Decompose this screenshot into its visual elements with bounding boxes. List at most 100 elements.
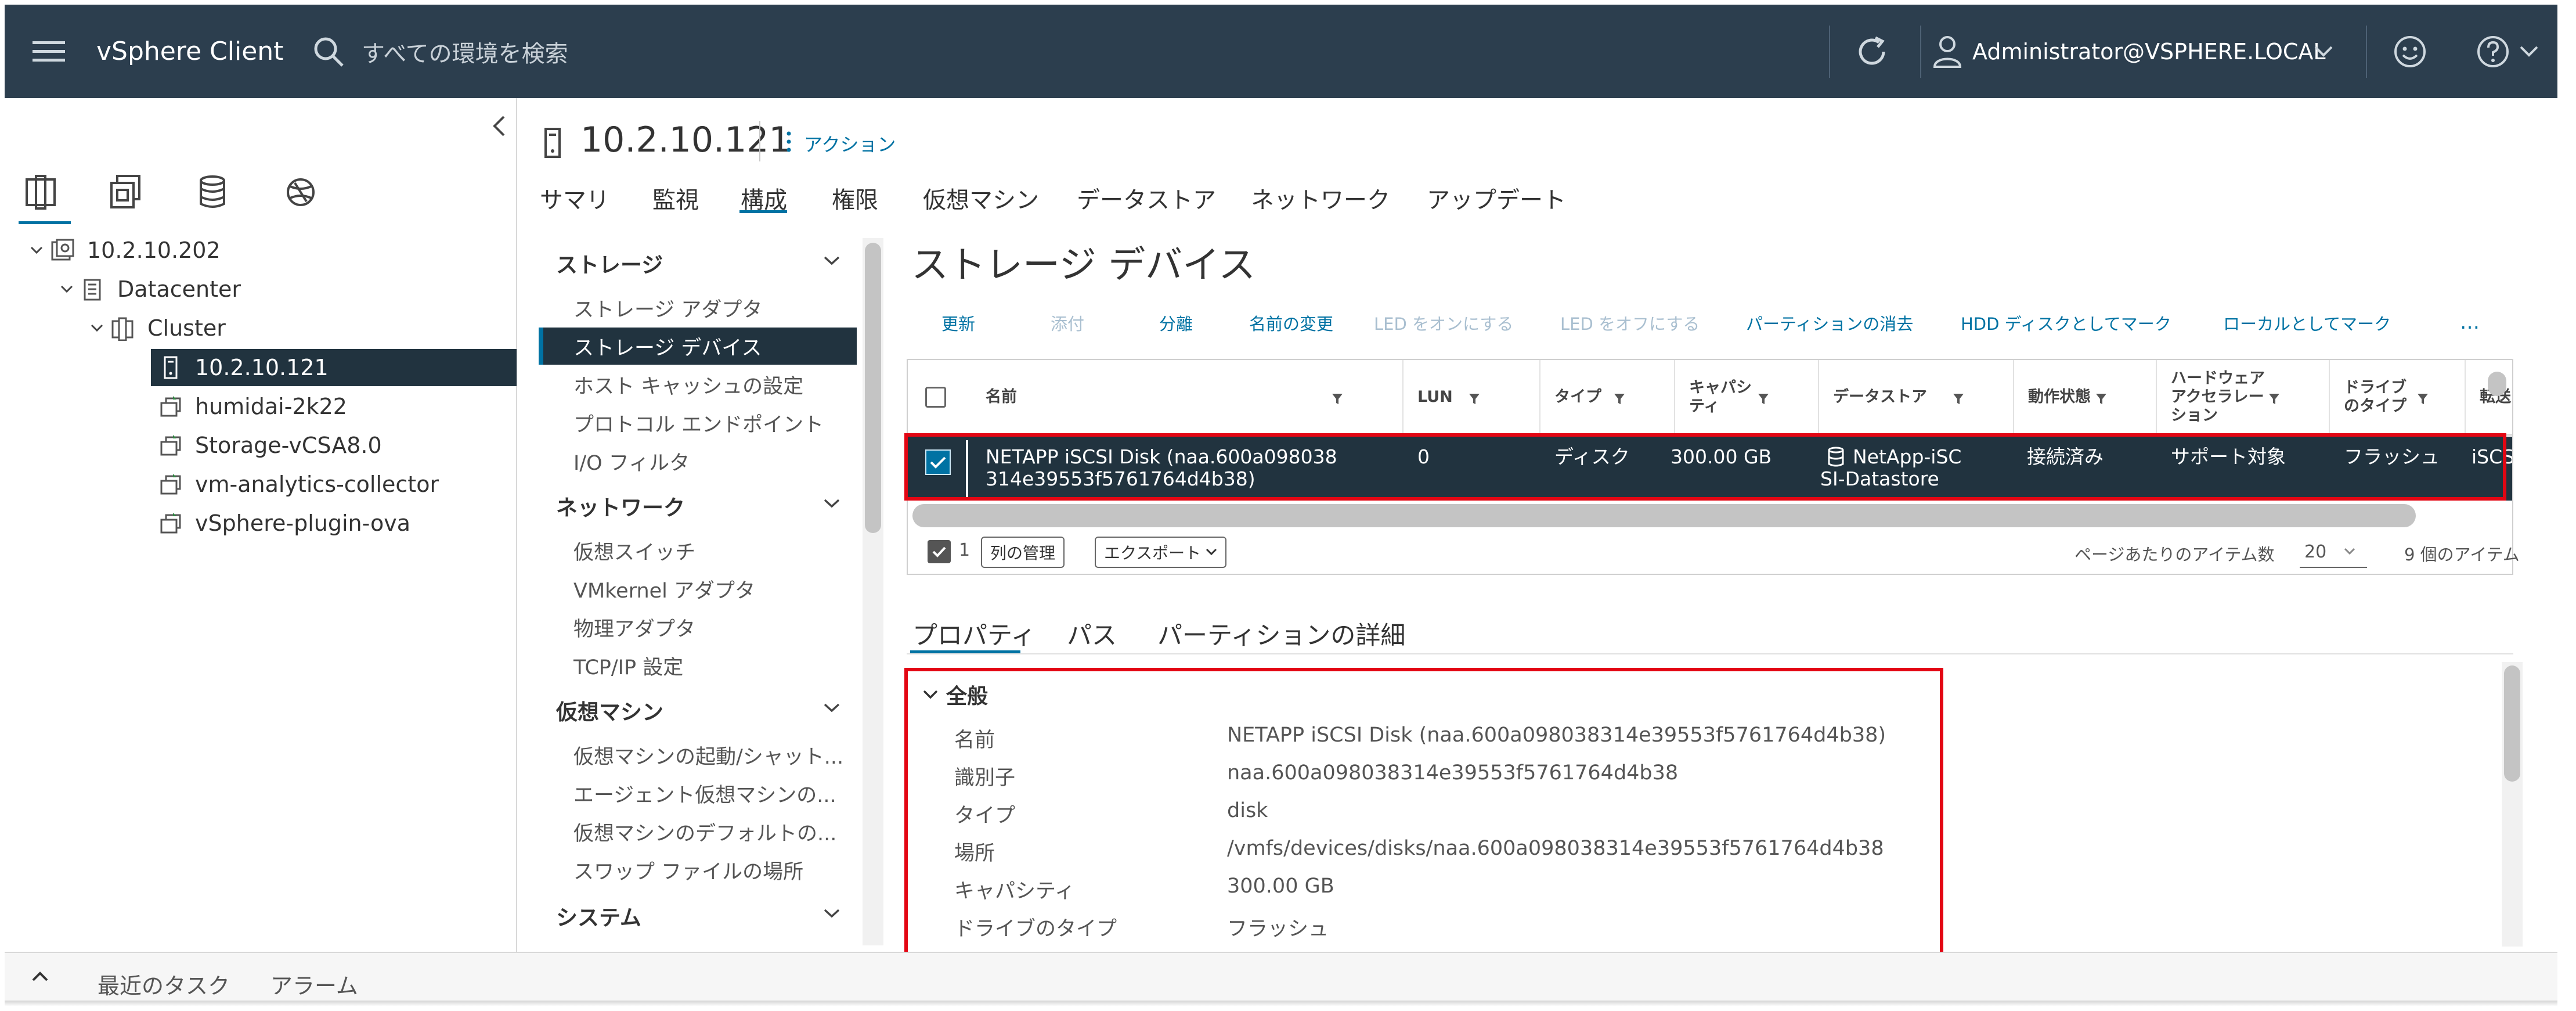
chevron-down-icon[interactable]: [2519, 5, 2539, 98]
nav-item-agent-vm[interactable]: エージェント仮想マシンの...: [539, 775, 857, 812]
alarms-tab[interactable]: アラーム: [270, 968, 358, 1000]
tree-item-host-selected[interactable]: 10.2.10.121: [151, 349, 517, 386]
tab-paths[interactable]: パス: [1067, 616, 1117, 652]
nav-item-physical-adapters[interactable]: 物理アダプタ: [539, 609, 857, 646]
column-header-type[interactable]: タイプ: [1540, 360, 1675, 434]
chevron-up-icon[interactable]: [31, 970, 49, 982]
actions-menu[interactable]: アクション: [804, 130, 896, 157]
tab-networks[interactable]: ネットワーク: [1251, 181, 1390, 215]
chevron-down-icon[interactable]: [2314, 5, 2333, 98]
export-button[interactable]: エクスポート: [1095, 537, 1227, 568]
user-menu[interactable]: Administrator@VSPHERE.LOCAL: [1972, 5, 2326, 98]
recent-tasks-tab[interactable]: 最近のタスク: [98, 968, 230, 1000]
nav-item-protocol-endpoints[interactable]: プロトコル エンドポイント: [539, 404, 857, 441]
refresh-icon[interactable]: [1853, 5, 1890, 98]
search-icon[interactable]: [312, 5, 345, 98]
nav-item-swap-file[interactable]: スワップ ファイルの場所: [539, 851, 857, 888]
search-input[interactable]: すべての環境を検索: [362, 5, 568, 98]
led-on-button[interactable]: LED をオンにする: [1374, 311, 1513, 335]
scrollbar-thumb[interactable]: [865, 243, 881, 533]
column-header-drive-type[interactable]: ドライブ のタイプ: [2330, 360, 2466, 434]
select-all-checkbox[interactable]: [925, 387, 946, 408]
more-actions-button[interactable]: …: [2460, 311, 2480, 334]
column-header-capacity[interactable]: キャパシ ティ: [1675, 360, 1819, 434]
tree-item-cluster[interactable]: Cluster: [91, 310, 226, 347]
nav-group-vm[interactable]: 仮想マシン: [556, 695, 663, 726]
brand-name[interactable]: vSphere Client: [96, 5, 283, 98]
more-vertical-icon[interactable]: [786, 130, 792, 153]
filter-icon[interactable]: [1758, 393, 1769, 405]
nav-item-vm-defaults[interactable]: 仮想マシンのデフォルトの...: [539, 813, 857, 850]
filter-icon[interactable]: [1469, 393, 1480, 405]
tab-monitor[interactable]: 監視: [652, 181, 699, 215]
filter-icon[interactable]: [2268, 393, 2280, 405]
nav-item-storage-adapters[interactable]: ストレージ アダプタ: [539, 289, 857, 326]
nav-group-system[interactable]: システム: [556, 900, 641, 931]
nav-group-storage[interactable]: ストレージ: [556, 247, 663, 279]
chevron-down-icon[interactable]: [823, 908, 840, 919]
nav-item-virtual-switches[interactable]: 仮想スイッチ: [539, 532, 857, 569]
selection-checkbox[interactable]: [928, 540, 951, 563]
scrollbar-thumb[interactable]: [2504, 665, 2520, 782]
led-off-button[interactable]: LED をオフにする: [1560, 311, 1700, 335]
attach-button[interactable]: 添付: [1051, 311, 1084, 335]
networking-tab-icon[interactable]: [284, 174, 317, 211]
tab-permissions[interactable]: 権限: [832, 181, 878, 215]
chevron-down-icon[interactable]: [60, 285, 80, 293]
detach-button[interactable]: 分離: [1159, 311, 1193, 335]
per-page-select[interactable]: 20: [2300, 537, 2367, 568]
nav-item-vmkernel-adapters[interactable]: VMkernel アダプタ: [539, 570, 857, 607]
erase-partitions-button[interactable]: パーティションの消去: [1746, 311, 1913, 335]
nav-item-io-filters[interactable]: I/O フィルタ: [539, 442, 857, 480]
vms-templates-tab-icon[interactable]: [109, 174, 142, 211]
chevron-down-icon[interactable]: [823, 498, 840, 509]
cell-name[interactable]: NETAPP iSCSI Disk (naa.600a098038 314e39…: [986, 446, 1337, 490]
smiley-icon[interactable]: [2391, 5, 2429, 98]
chevron-down-icon[interactable]: [823, 256, 840, 266]
nav-item-host-cache[interactable]: ホスト キャッシュの設定: [539, 366, 857, 403]
filter-icon[interactable]: [1332, 393, 1343, 405]
filter-icon[interactable]: [1953, 393, 1964, 405]
user-icon[interactable]: [1932, 5, 1963, 98]
tree-item-vcenter[interactable]: 10.2.10.202: [30, 232, 221, 269]
tab-updates[interactable]: アップデート: [1427, 181, 1566, 215]
mark-local-button[interactable]: ローカルとしてマーク: [2223, 311, 2391, 335]
nav-item-storage-devices[interactable]: ストレージ デバイス: [539, 328, 857, 365]
mark-hdd-button[interactable]: HDD ディスクとしてマーク: [1961, 311, 2171, 335]
chevron-down-icon[interactable]: [823, 703, 840, 713]
tree-item-vm[interactable]: humidai-2k22: [158, 388, 347, 425]
section-general[interactable]: 全般: [923, 679, 988, 710]
tab-datastores[interactable]: データストア: [1077, 181, 1216, 215]
filter-icon[interactable]: [2417, 393, 2429, 405]
chevron-down-icon[interactable]: [30, 246, 50, 254]
filter-icon[interactable]: [1614, 393, 1625, 405]
table-row[interactable]: NETAPP iSCSI Disk (naa.600a098038 314e39…: [908, 437, 2512, 501]
column-header-status[interactable]: 動作状態: [2014, 360, 2157, 434]
column-header-hw-accel[interactable]: ハードウェア アクセラレー ション: [2157, 360, 2330, 434]
horizontal-scrollbar[interactable]: [912, 504, 2416, 527]
nav-item-tcpip[interactable]: TCP/IP 設定: [539, 647, 857, 684]
tree-item-vm[interactable]: Storage-vCSA8.0: [158, 427, 382, 464]
nav-item-vm-startup[interactable]: 仮想マシンの起動/シャット...: [539, 736, 857, 773]
hosts-clusters-tab-icon[interactable]: [24, 174, 57, 211]
column-header-datastore[interactable]: データストア: [1819, 360, 2014, 434]
tab-vms[interactable]: 仮想マシン: [923, 181, 1039, 215]
tab-properties[interactable]: プロパティ: [912, 616, 1036, 652]
tree-item-vm[interactable]: vSphere-plugin-ova: [158, 505, 410, 542]
help-icon[interactable]: [2474, 5, 2512, 98]
refresh-button[interactable]: 更新: [941, 311, 975, 335]
tree-item-vm[interactable]: vm-analytics-collector: [158, 466, 439, 503]
manage-columns-button[interactable]: 列の管理: [981, 537, 1065, 568]
tab-summary[interactable]: サマリ: [540, 181, 609, 215]
storage-tab-icon[interactable]: [196, 174, 229, 211]
column-header-transport[interactable]: 転送: [2466, 360, 2512, 434]
rename-button[interactable]: 名前の変更: [1249, 311, 1333, 335]
row-checkbox[interactable]: [925, 449, 951, 475]
tab-partition-details[interactable]: パーティションの詳細: [1157, 616, 1405, 652]
collapse-pane-icon[interactable]: [492, 114, 506, 138]
filter-icon[interactable]: [2095, 393, 2107, 405]
nav-group-network[interactable]: ネットワーク: [556, 490, 685, 521]
tree-item-datacenter[interactable]: Datacenter: [60, 271, 241, 308]
cell-datastore[interactable]: NetApp-iSC SI-Datastore: [1820, 446, 1961, 490]
hamburger-icon[interactable]: [33, 5, 65, 98]
